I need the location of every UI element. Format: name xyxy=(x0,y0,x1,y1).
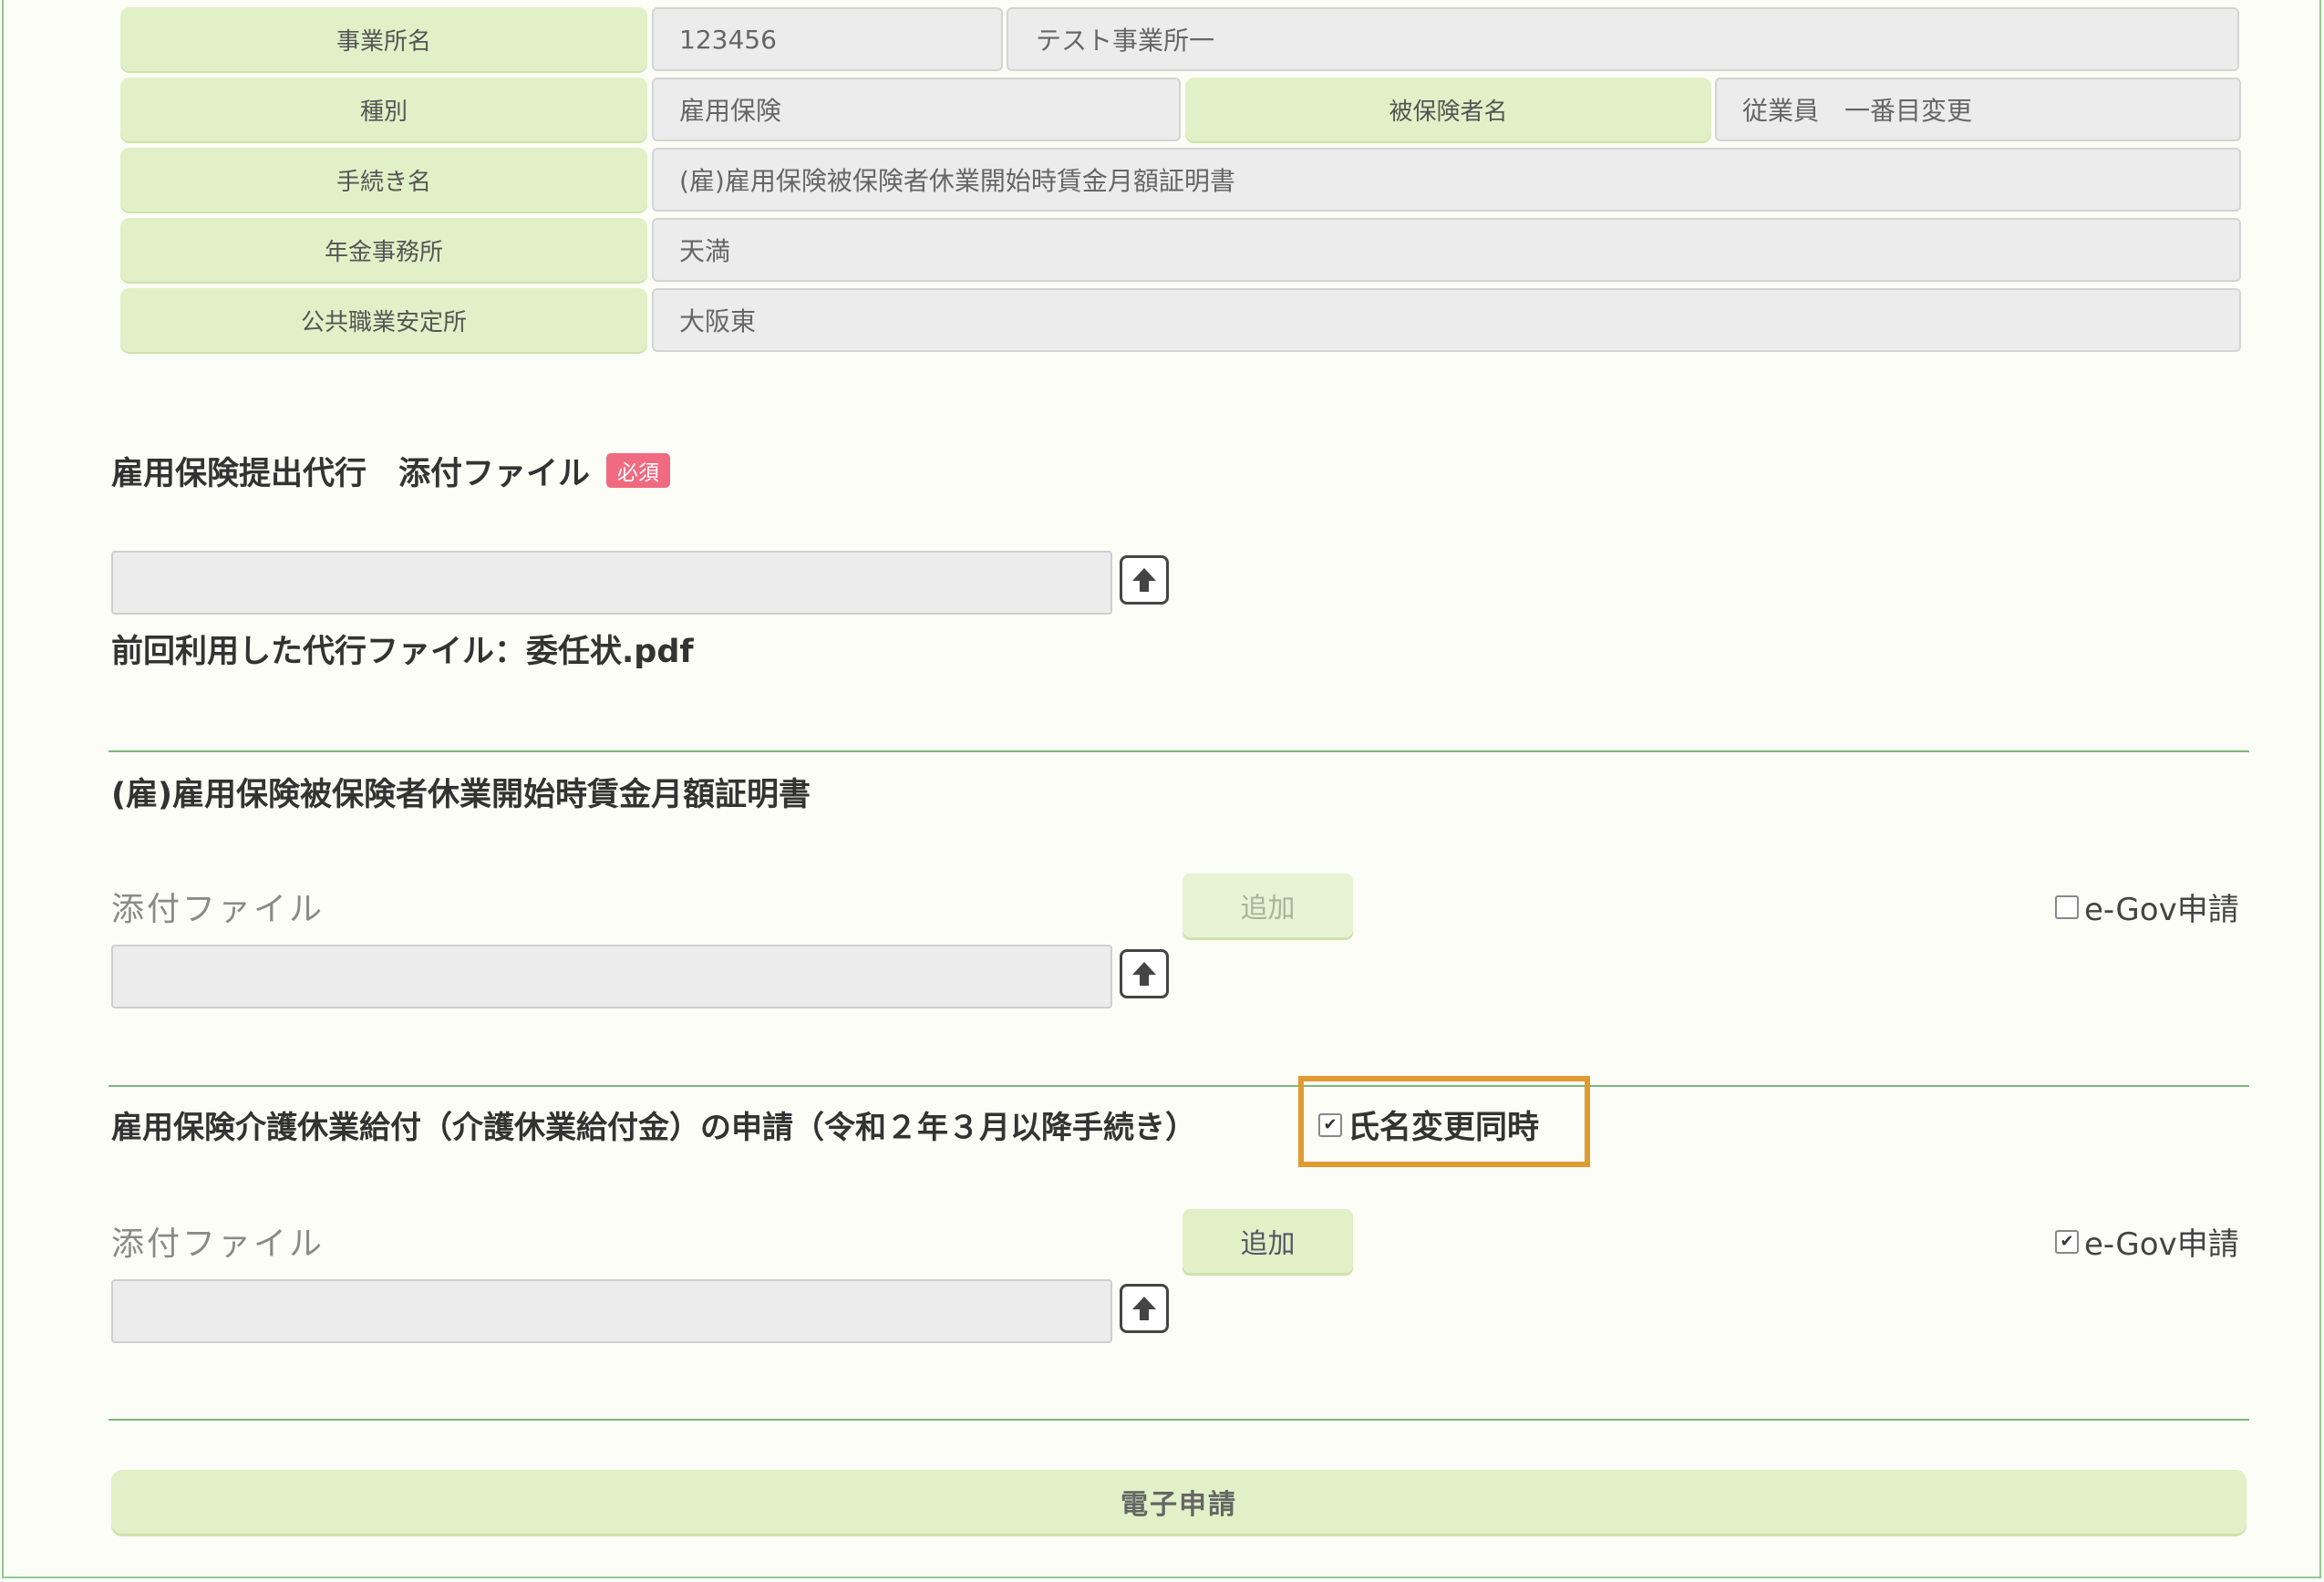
section1-egov-box[interactable] xyxy=(2055,894,2079,919)
name-change-box[interactable]: ✔ xyxy=(1318,1112,1342,1137)
section2-file-input[interactable] xyxy=(111,1279,1112,1343)
employment-office-label: 公共職業安定所 xyxy=(120,288,647,352)
section2-title: 雇用保険介護休業給付（介護休業給付金）の申請（令和２年３月以降手続き） xyxy=(111,1109,1196,1146)
divider xyxy=(108,1419,2249,1421)
office-name-label: 事業所名 xyxy=(120,7,647,71)
section2-upload-button[interactable] xyxy=(1120,1284,1169,1333)
section2-egov-box[interactable]: ✔ xyxy=(2055,1229,2079,1254)
insured-name-label: 被保険者名 xyxy=(1185,78,1711,141)
section2-add-button[interactable]: 追加 xyxy=(1183,1209,1353,1273)
divider xyxy=(108,1085,2249,1087)
upload-arrow-icon xyxy=(1132,1297,1156,1320)
proxy-attachment-title: 雇用保険提出代行 添付ファイル 必須 xyxy=(111,445,671,496)
name-change-checkbox[interactable]: ✔ 氏名変更同時 xyxy=(1318,1101,1539,1148)
upload-arrow-icon xyxy=(1132,962,1156,986)
section1-add-button[interactable]: 追加 xyxy=(1183,874,1353,937)
section2-attach-label: 添付ファイル xyxy=(111,1225,325,1263)
office-name-field: テスト事業所一 xyxy=(1007,7,2239,71)
page-frame: 事業所名 123456 テスト事業所一 種別 雇用保険 被保険者名 従業員 一番… xyxy=(2,0,2321,1578)
procedure-name-field: (雇)雇用保険被保険者休業開始時賃金月額証明書 xyxy=(652,148,2241,212)
proxy-upload-button[interactable] xyxy=(1120,555,1169,605)
insured-name-field: 従業員 一番目変更 xyxy=(1715,78,2241,141)
section1-file-input[interactable] xyxy=(111,945,1112,1008)
section1-egov-checkbox[interactable]: e-Gov申請 xyxy=(2055,884,2239,929)
section1-title: (雇)雇用保険被保険者休業開始時賃金月額証明書 xyxy=(111,776,811,813)
section2-egov-checkbox[interactable]: ✔ e-Gov申請 xyxy=(2055,1219,2239,1264)
employment-office-field: 大阪東 xyxy=(652,288,2241,352)
previous-proxy-file: 前回利用した代行ファイル：委任状.pdf xyxy=(111,634,694,670)
office-code-field: 123456 xyxy=(652,7,1003,71)
required-badge: 必須 xyxy=(606,453,671,488)
name-change-label: 氏名変更同時 xyxy=(1348,1110,1540,1146)
divider xyxy=(108,750,2249,752)
section1-attach-label: 添付ファイル xyxy=(111,891,325,928)
electronic-application-button[interactable]: 電子申請 xyxy=(111,1470,2247,1534)
upload-arrow-icon xyxy=(1132,568,1156,592)
pension-office-label: 年金事務所 xyxy=(120,218,647,282)
procedure-name-label: 手続き名 xyxy=(120,148,647,212)
type-field: 雇用保険 xyxy=(652,78,1181,141)
section2-egov-label: e-Gov申請 xyxy=(2084,1226,2239,1263)
type-label: 種別 xyxy=(120,78,647,141)
pension-office-field: 天満 xyxy=(652,218,2241,282)
section1-upload-button[interactable] xyxy=(1120,949,1169,998)
proxy-title-text: 雇用保険提出代行 添付ファイル xyxy=(111,455,591,492)
proxy-file-input[interactable] xyxy=(111,551,1112,615)
section1-egov-label: e-Gov申請 xyxy=(2084,892,2239,928)
